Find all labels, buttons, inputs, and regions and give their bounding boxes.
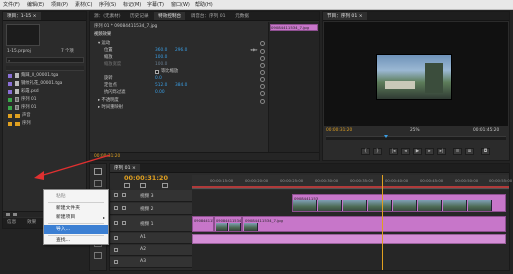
- menu-item-new-bin[interactable]: 新建文件夹: [44, 204, 108, 213]
- menu-item-find[interactable]: 查找...: [44, 236, 108, 245]
- annotation-arrow-head: [34, 171, 44, 180]
- submenu-arrow-icon: ▸: [102, 215, 105, 220]
- menu-item-label: 新建项目: [56, 215, 76, 220]
- menu-item-import[interactable]: 导入...: [44, 225, 108, 234]
- menu-item-new-item[interactable]: 新建项目 ▸: [44, 213, 108, 222]
- context-menu: 粘贴 新建文件夹 新建项目 ▸ 导入... 查找...: [43, 189, 109, 245]
- menu-separator: [48, 223, 104, 224]
- menu-item-paste[interactable]: 粘贴: [44, 192, 108, 201]
- annotation-arrow-line: [39, 154, 111, 177]
- menu-separator: [48, 202, 104, 203]
